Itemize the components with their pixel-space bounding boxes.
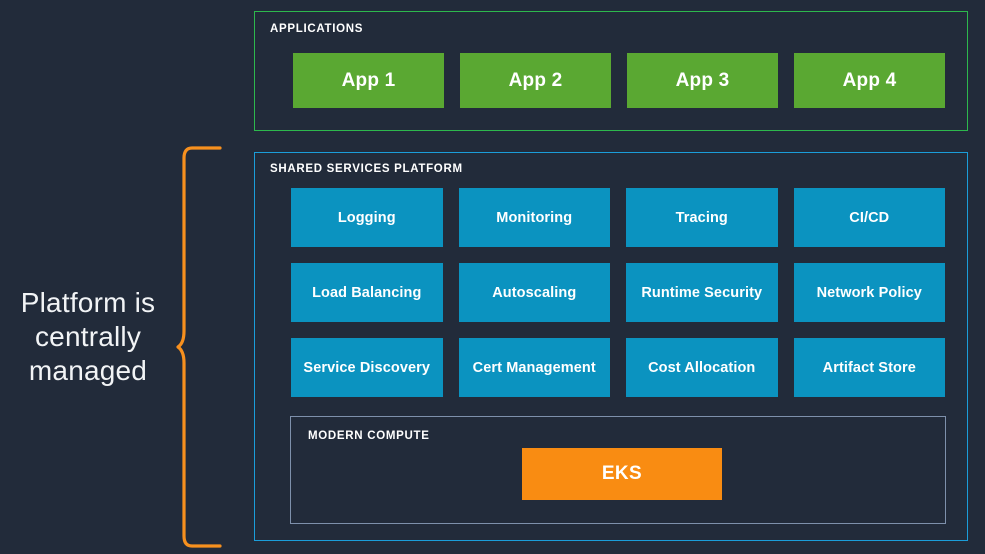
app-tile-4[interactable]: App 4 <box>794 53 945 108</box>
caption-line-2: centrally <box>34 321 142 352</box>
app-tile-3[interactable]: App 3 <box>627 53 778 108</box>
service-tile-artifact-store[interactable]: Artifact Store <box>793 338 945 397</box>
service-tile-service-discovery[interactable]: Service Discovery <box>291 338 443 397</box>
service-tile-autoscaling[interactable]: Autoscaling <box>458 263 610 322</box>
app-tile-1[interactable]: App 1 <box>293 53 444 108</box>
service-tile-tracing[interactable]: Tracing <box>626 188 778 247</box>
service-tile-network-policy[interactable]: Network Policy <box>793 263 945 322</box>
modern-compute-label: MODERN COMPUTE <box>308 430 430 442</box>
service-tile-monitoring[interactable]: Monitoring <box>458 188 610 247</box>
service-tile-cicd[interactable]: CI/CD <box>793 188 945 247</box>
service-tile-runtime-security[interactable]: Runtime Security <box>626 263 778 322</box>
service-tile-load-balancing[interactable]: Load Balancing <box>291 263 443 322</box>
compute-tile-eks[interactable]: EKS <box>522 448 722 500</box>
curly-brace-icon <box>176 146 222 548</box>
service-tile-cost-allocation[interactable]: Cost Allocation <box>626 338 778 397</box>
service-tile-logging[interactable]: Logging <box>291 188 443 247</box>
service-tiles-row-1: Logging Monitoring Tracing CI/CD <box>291 188 945 247</box>
service-tile-cert-management[interactable]: Cert Management <box>458 338 610 397</box>
caption-line-3: managed <box>28 355 148 386</box>
caption-platform-centrally-managed: Platform is centrally managed <box>0 286 176 388</box>
applications-group-label: APPLICATIONS <box>270 23 364 35</box>
service-tiles-row-2: Load Balancing Autoscaling Runtime Secur… <box>291 263 945 322</box>
caption-line-1: Platform is <box>20 287 156 318</box>
brace-path <box>176 146 222 548</box>
app-tile-2[interactable]: App 2 <box>460 53 611 108</box>
diagram-canvas: Platform is centrally managed APPLICATIO… <box>0 0 985 554</box>
shared-services-platform-label: SHARED SERVICES PLATFORM <box>270 163 463 175</box>
application-tiles-row: App 1 App 2 App 3 App 4 <box>293 53 945 108</box>
service-tiles-row-3: Service Discovery Cert Management Cost A… <box>291 338 945 397</box>
